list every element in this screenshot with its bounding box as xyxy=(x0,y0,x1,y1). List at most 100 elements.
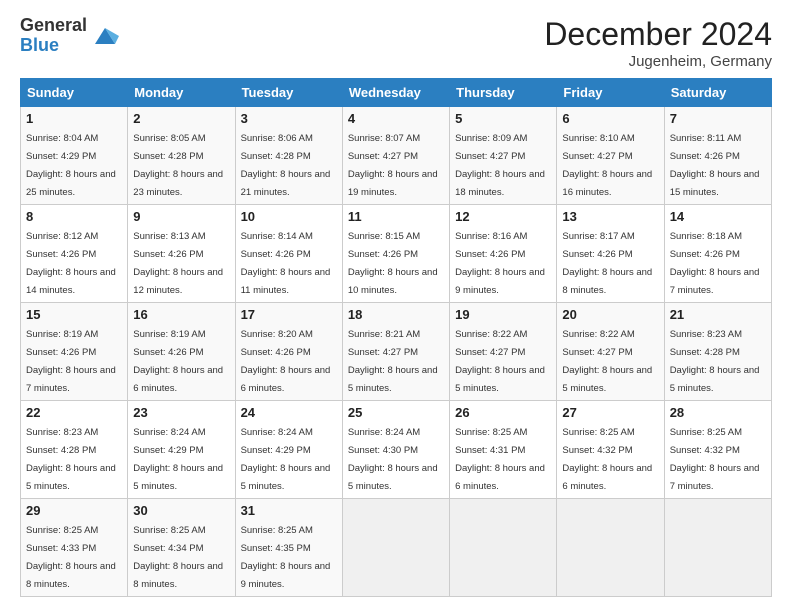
weekday-header: Sunday xyxy=(21,79,128,107)
calendar-day-cell: 28 Sunrise: 8:25 AMSunset: 4:32 PMDaylig… xyxy=(664,401,771,499)
day-number: 29 xyxy=(26,503,122,518)
calendar-day-cell: 18 Sunrise: 8:21 AMSunset: 4:27 PMDaylig… xyxy=(342,303,449,401)
calendar-day-cell: 20 Sunrise: 8:22 AMSunset: 4:27 PMDaylig… xyxy=(557,303,664,401)
day-number: 30 xyxy=(133,503,229,518)
day-number: 9 xyxy=(133,209,229,224)
logo-general-text: General xyxy=(20,16,87,36)
calendar-week-row: 15 Sunrise: 8:19 AMSunset: 4:26 PMDaylig… xyxy=(21,303,772,401)
calendar-week-row: 22 Sunrise: 8:23 AMSunset: 4:28 PMDaylig… xyxy=(21,401,772,499)
day-info: Sunrise: 8:05 AMSunset: 4:28 PMDaylight:… xyxy=(133,133,223,198)
day-number: 18 xyxy=(348,307,444,322)
calendar-day-cell: 8 Sunrise: 8:12 AMSunset: 4:26 PMDayligh… xyxy=(21,205,128,303)
calendar-day-cell: 29 Sunrise: 8:25 AMSunset: 4:33 PMDaylig… xyxy=(21,499,128,597)
calendar-day-cell: 10 Sunrise: 8:14 AMSunset: 4:26 PMDaylig… xyxy=(235,205,342,303)
day-info: Sunrise: 8:23 AMSunset: 4:28 PMDaylight:… xyxy=(26,427,116,492)
day-number: 24 xyxy=(241,405,337,420)
day-number: 17 xyxy=(241,307,337,322)
calendar-day-cell: 11 Sunrise: 8:15 AMSunset: 4:26 PMDaylig… xyxy=(342,205,449,303)
logo: General Blue xyxy=(20,16,119,56)
day-number: 10 xyxy=(241,209,337,224)
calendar-day-cell xyxy=(557,499,664,597)
day-number: 31 xyxy=(241,503,337,518)
calendar-day-cell: 12 Sunrise: 8:16 AMSunset: 4:26 PMDaylig… xyxy=(450,205,557,303)
calendar-day-cell: 22 Sunrise: 8:23 AMSunset: 4:28 PMDaylig… xyxy=(21,401,128,499)
day-number: 13 xyxy=(562,209,658,224)
day-info: Sunrise: 8:24 AMSunset: 4:29 PMDaylight:… xyxy=(241,427,331,492)
logo-icon xyxy=(91,22,119,50)
day-info: Sunrise: 8:24 AMSunset: 4:29 PMDaylight:… xyxy=(133,427,223,492)
day-info: Sunrise: 8:16 AMSunset: 4:26 PMDaylight:… xyxy=(455,231,545,296)
day-number: 22 xyxy=(26,405,122,420)
day-info: Sunrise: 8:18 AMSunset: 4:26 PMDaylight:… xyxy=(670,231,760,296)
calendar-day-cell xyxy=(664,499,771,597)
calendar-week-row: 8 Sunrise: 8:12 AMSunset: 4:26 PMDayligh… xyxy=(21,205,772,303)
day-info: Sunrise: 8:21 AMSunset: 4:27 PMDaylight:… xyxy=(348,329,438,394)
calendar-table: SundayMondayTuesdayWednesdayThursdayFrid… xyxy=(20,78,772,597)
calendar-day-cell: 27 Sunrise: 8:25 AMSunset: 4:32 PMDaylig… xyxy=(557,401,664,499)
day-number: 26 xyxy=(455,405,551,420)
day-info: Sunrise: 8:07 AMSunset: 4:27 PMDaylight:… xyxy=(348,133,438,198)
calendar-day-cell: 24 Sunrise: 8:24 AMSunset: 4:29 PMDaylig… xyxy=(235,401,342,499)
day-number: 7 xyxy=(670,111,766,126)
calendar-week-row: 29 Sunrise: 8:25 AMSunset: 4:33 PMDaylig… xyxy=(21,499,772,597)
title-block: December 2024 Jugenheim, Germany xyxy=(544,16,772,70)
page-header: General Blue December 2024 Jugenheim, Ge… xyxy=(20,16,772,70)
day-info: Sunrise: 8:25 AMSunset: 4:33 PMDaylight:… xyxy=(26,525,116,590)
day-info: Sunrise: 8:25 AMSunset: 4:32 PMDaylight:… xyxy=(562,427,652,492)
calendar-day-cell: 17 Sunrise: 8:20 AMSunset: 4:26 PMDaylig… xyxy=(235,303,342,401)
weekday-header: Monday xyxy=(128,79,235,107)
calendar-day-cell: 3 Sunrise: 8:06 AMSunset: 4:28 PMDayligh… xyxy=(235,107,342,205)
calendar-day-cell xyxy=(342,499,449,597)
weekday-header: Saturday xyxy=(664,79,771,107)
day-info: Sunrise: 8:20 AMSunset: 4:26 PMDaylight:… xyxy=(241,329,331,394)
calendar-day-cell: 21 Sunrise: 8:23 AMSunset: 4:28 PMDaylig… xyxy=(664,303,771,401)
day-info: Sunrise: 8:22 AMSunset: 4:27 PMDaylight:… xyxy=(562,329,652,394)
day-info: Sunrise: 8:22 AMSunset: 4:27 PMDaylight:… xyxy=(455,329,545,394)
day-info: Sunrise: 8:19 AMSunset: 4:26 PMDaylight:… xyxy=(26,329,116,394)
day-number: 3 xyxy=(241,111,337,126)
day-number: 15 xyxy=(26,307,122,322)
day-info: Sunrise: 8:25 AMSunset: 4:35 PMDaylight:… xyxy=(241,525,331,590)
day-info: Sunrise: 8:25 AMSunset: 4:34 PMDaylight:… xyxy=(133,525,223,590)
day-info: Sunrise: 8:10 AMSunset: 4:27 PMDaylight:… xyxy=(562,133,652,198)
calendar-day-cell: 7 Sunrise: 8:11 AMSunset: 4:26 PMDayligh… xyxy=(664,107,771,205)
calendar-header-row: SundayMondayTuesdayWednesdayThursdayFrid… xyxy=(21,79,772,107)
day-info: Sunrise: 8:15 AMSunset: 4:26 PMDaylight:… xyxy=(348,231,438,296)
day-number: 25 xyxy=(348,405,444,420)
calendar-day-cell: 14 Sunrise: 8:18 AMSunset: 4:26 PMDaylig… xyxy=(664,205,771,303)
day-info: Sunrise: 8:17 AMSunset: 4:26 PMDaylight:… xyxy=(562,231,652,296)
day-number: 4 xyxy=(348,111,444,126)
weekday-header: Thursday xyxy=(450,79,557,107)
weekday-header: Wednesday xyxy=(342,79,449,107)
day-info: Sunrise: 8:25 AMSunset: 4:32 PMDaylight:… xyxy=(670,427,760,492)
calendar-day-cell: 4 Sunrise: 8:07 AMSunset: 4:27 PMDayligh… xyxy=(342,107,449,205)
day-number: 5 xyxy=(455,111,551,126)
day-info: Sunrise: 8:19 AMSunset: 4:26 PMDaylight:… xyxy=(133,329,223,394)
day-number: 11 xyxy=(348,209,444,224)
logo-blue-text: Blue xyxy=(20,36,87,56)
day-number: 21 xyxy=(670,307,766,322)
calendar-day-cell: 2 Sunrise: 8:05 AMSunset: 4:28 PMDayligh… xyxy=(128,107,235,205)
day-info: Sunrise: 8:25 AMSunset: 4:31 PMDaylight:… xyxy=(455,427,545,492)
day-number: 28 xyxy=(670,405,766,420)
calendar-week-row: 1 Sunrise: 8:04 AMSunset: 4:29 PMDayligh… xyxy=(21,107,772,205)
calendar-day-cell: 9 Sunrise: 8:13 AMSunset: 4:26 PMDayligh… xyxy=(128,205,235,303)
day-info: Sunrise: 8:11 AMSunset: 4:26 PMDaylight:… xyxy=(670,133,760,198)
day-info: Sunrise: 8:23 AMSunset: 4:28 PMDaylight:… xyxy=(670,329,760,394)
calendar-day-cell: 16 Sunrise: 8:19 AMSunset: 4:26 PMDaylig… xyxy=(128,303,235,401)
calendar-day-cell xyxy=(450,499,557,597)
day-number: 23 xyxy=(133,405,229,420)
day-number: 1 xyxy=(26,111,122,126)
calendar-day-cell: 23 Sunrise: 8:24 AMSunset: 4:29 PMDaylig… xyxy=(128,401,235,499)
calendar-day-cell: 25 Sunrise: 8:24 AMSunset: 4:30 PMDaylig… xyxy=(342,401,449,499)
weekday-header: Tuesday xyxy=(235,79,342,107)
calendar-day-cell: 13 Sunrise: 8:17 AMSunset: 4:26 PMDaylig… xyxy=(557,205,664,303)
calendar-day-cell: 6 Sunrise: 8:10 AMSunset: 4:27 PMDayligh… xyxy=(557,107,664,205)
day-number: 19 xyxy=(455,307,551,322)
calendar-day-cell: 15 Sunrise: 8:19 AMSunset: 4:26 PMDaylig… xyxy=(21,303,128,401)
weekday-header: Friday xyxy=(557,79,664,107)
location: Jugenheim, Germany xyxy=(544,53,772,70)
day-number: 6 xyxy=(562,111,658,126)
calendar-day-cell: 31 Sunrise: 8:25 AMSunset: 4:35 PMDaylig… xyxy=(235,499,342,597)
day-number: 27 xyxy=(562,405,658,420)
